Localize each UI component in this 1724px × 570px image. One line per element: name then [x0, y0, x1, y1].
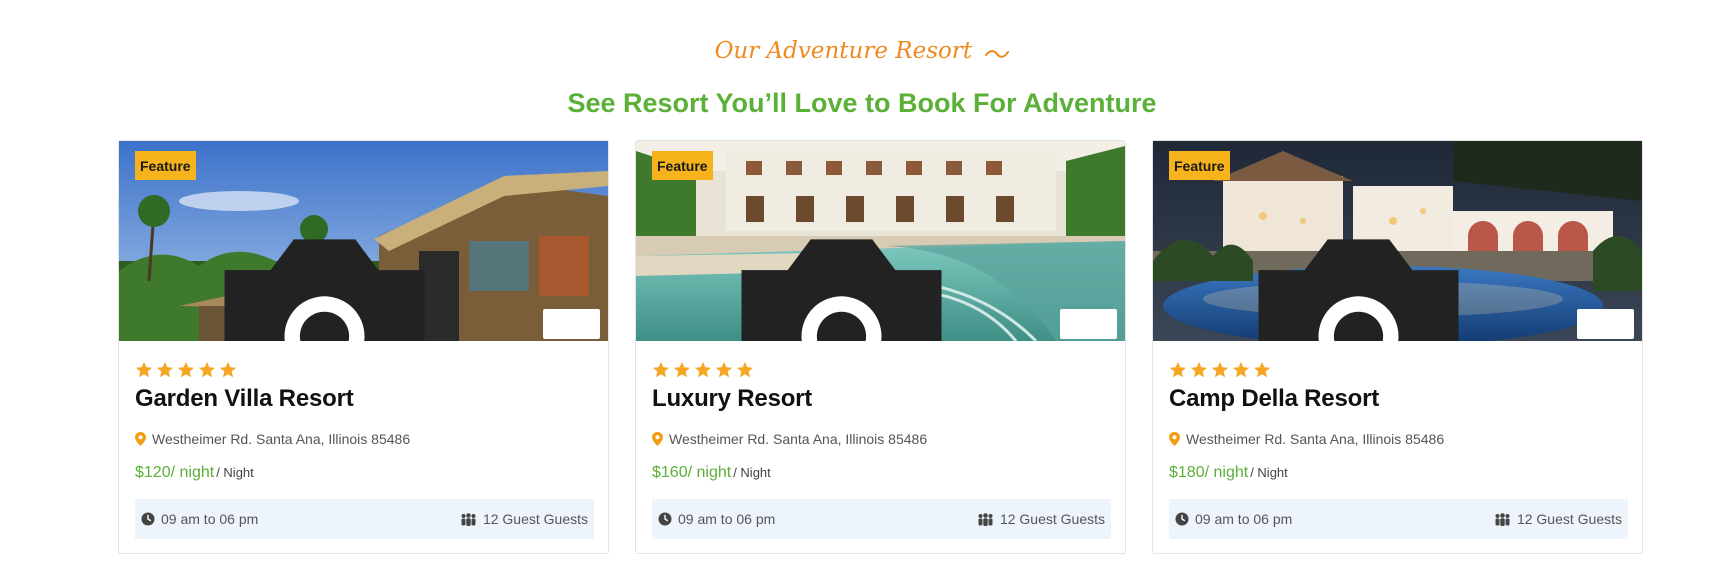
resort-photo[interactable]: Feature	[1153, 141, 1642, 341]
address-text: Westheimer Rd. Santa Ana, Illinois 85486	[669, 431, 928, 447]
star-rating	[135, 361, 237, 379]
hours-text: 09 am to 06 pm	[678, 511, 776, 527]
section-title: See Resort You’ll Love to Book For Adven…	[567, 88, 1157, 118]
opening-hours: 09 am to 06 pm	[1175, 511, 1292, 527]
resort-address: Westheimer Rd. Santa Ana, Illinois 85486	[652, 431, 927, 447]
section-subtitle: Our Adventure Resort	[0, 38, 1724, 65]
resort-card-list: Feature Garden Villa Resort Westheimer R…	[118, 140, 1644, 554]
resort-card[interactable]: Feature Garden Villa Resort Westheimer R…	[118, 140, 609, 554]
clock-icon	[658, 512, 672, 526]
guests-text: 12 Guest Guests	[482, 511, 588, 527]
star-icon	[156, 361, 174, 378]
media-buttons	[741, 239, 1117, 341]
card-footer: 09 am to 06 pm 12 Guest Guests	[135, 499, 594, 539]
price-value: $180/ night	[1169, 464, 1249, 481]
section-subtitle-text: Our Adventure Resort	[714, 38, 973, 64]
price-value: $160/ night	[652, 464, 732, 481]
resort-price: $120/ night / Night	[135, 464, 254, 482]
feature-badge: Feature	[135, 151, 196, 180]
star-icon	[1169, 361, 1187, 378]
star-icon	[1253, 361, 1271, 378]
price-unit: / Night	[216, 465, 254, 480]
clock-icon	[1175, 512, 1189, 526]
resort-name[interactable]: Luxury Resort	[652, 385, 812, 413]
guest-capacity: 12 Guest Guests	[1494, 511, 1622, 527]
card-footer: 09 am to 06 pm 12 Guest Guests	[652, 499, 1111, 539]
video-icon[interactable]	[575, 224, 609, 341]
opening-hours: 09 am to 06 pm	[141, 511, 258, 527]
star-icon	[715, 361, 733, 378]
star-rating	[1169, 361, 1271, 379]
video-icon[interactable]	[1609, 224, 1643, 341]
guests-text: 12 Guest Guests	[999, 511, 1105, 527]
resort-address: Westheimer Rd. Santa Ana, Illinois 85486	[135, 431, 410, 447]
users-icon	[978, 512, 993, 526]
opening-hours: 09 am to 06 pm	[658, 511, 775, 527]
hours-text: 09 am to 06 pm	[161, 511, 259, 527]
media-buttons	[1258, 239, 1634, 341]
star-icon	[1190, 361, 1208, 378]
star-icon	[198, 361, 216, 378]
star-icon	[219, 361, 237, 378]
resort-card[interactable]: Feature Camp Della Resort Westheimer Rd.…	[1152, 140, 1643, 554]
star-icon	[652, 361, 670, 378]
guests-text: 12 Guest Guests	[1516, 511, 1622, 527]
media-buttons	[224, 239, 600, 341]
resort-address: Westheimer Rd. Santa Ana, Illinois 85486	[1169, 431, 1444, 447]
address-text: Westheimer Rd. Santa Ana, Illinois 85486	[152, 431, 411, 447]
video-icon[interactable]	[1092, 224, 1126, 341]
resort-price: $180/ night / Night	[1169, 464, 1288, 482]
resort-photo[interactable]: Feature	[119, 141, 608, 341]
feature-badge: Feature	[652, 151, 713, 180]
resort-photo[interactable]: Feature	[636, 141, 1125, 341]
feature-badge: Feature	[1169, 151, 1230, 180]
resort-name[interactable]: Camp Della Resort	[1169, 385, 1379, 413]
price-unit: / Night	[1250, 465, 1288, 480]
star-icon	[177, 361, 195, 378]
star-icon	[1211, 361, 1229, 378]
camera-icon[interactable]	[636, 224, 1086, 341]
price-value: $120/ night	[135, 464, 215, 481]
location-pin-icon	[1169, 432, 1180, 446]
star-icon	[694, 361, 712, 378]
users-icon	[1495, 512, 1510, 526]
star-rating	[652, 361, 754, 379]
camera-icon[interactable]	[1153, 224, 1603, 341]
price-unit: / Night	[733, 465, 771, 480]
star-icon	[135, 361, 153, 378]
star-icon	[1232, 361, 1250, 378]
camera-icon[interactable]	[119, 224, 569, 341]
resort-price: $160/ night / Night	[652, 464, 771, 482]
hours-text: 09 am to 06 pm	[1195, 511, 1293, 527]
guest-capacity: 12 Guest Guests	[460, 511, 588, 527]
wave-icon	[985, 39, 1010, 65]
address-text: Westheimer Rd. Santa Ana, Illinois 85486	[1186, 431, 1445, 447]
guest-capacity: 12 Guest Guests	[977, 511, 1105, 527]
location-pin-icon	[135, 432, 146, 446]
resort-name[interactable]: Garden Villa Resort	[135, 385, 354, 413]
location-pin-icon	[652, 432, 663, 446]
users-icon	[461, 512, 476, 526]
clock-icon	[141, 512, 155, 526]
star-icon	[736, 361, 754, 378]
resort-card[interactable]: Feature Luxury Resort Westheimer Rd. San…	[635, 140, 1126, 554]
star-icon	[673, 361, 691, 378]
card-footer: 09 am to 06 pm 12 Guest Guests	[1169, 499, 1628, 539]
